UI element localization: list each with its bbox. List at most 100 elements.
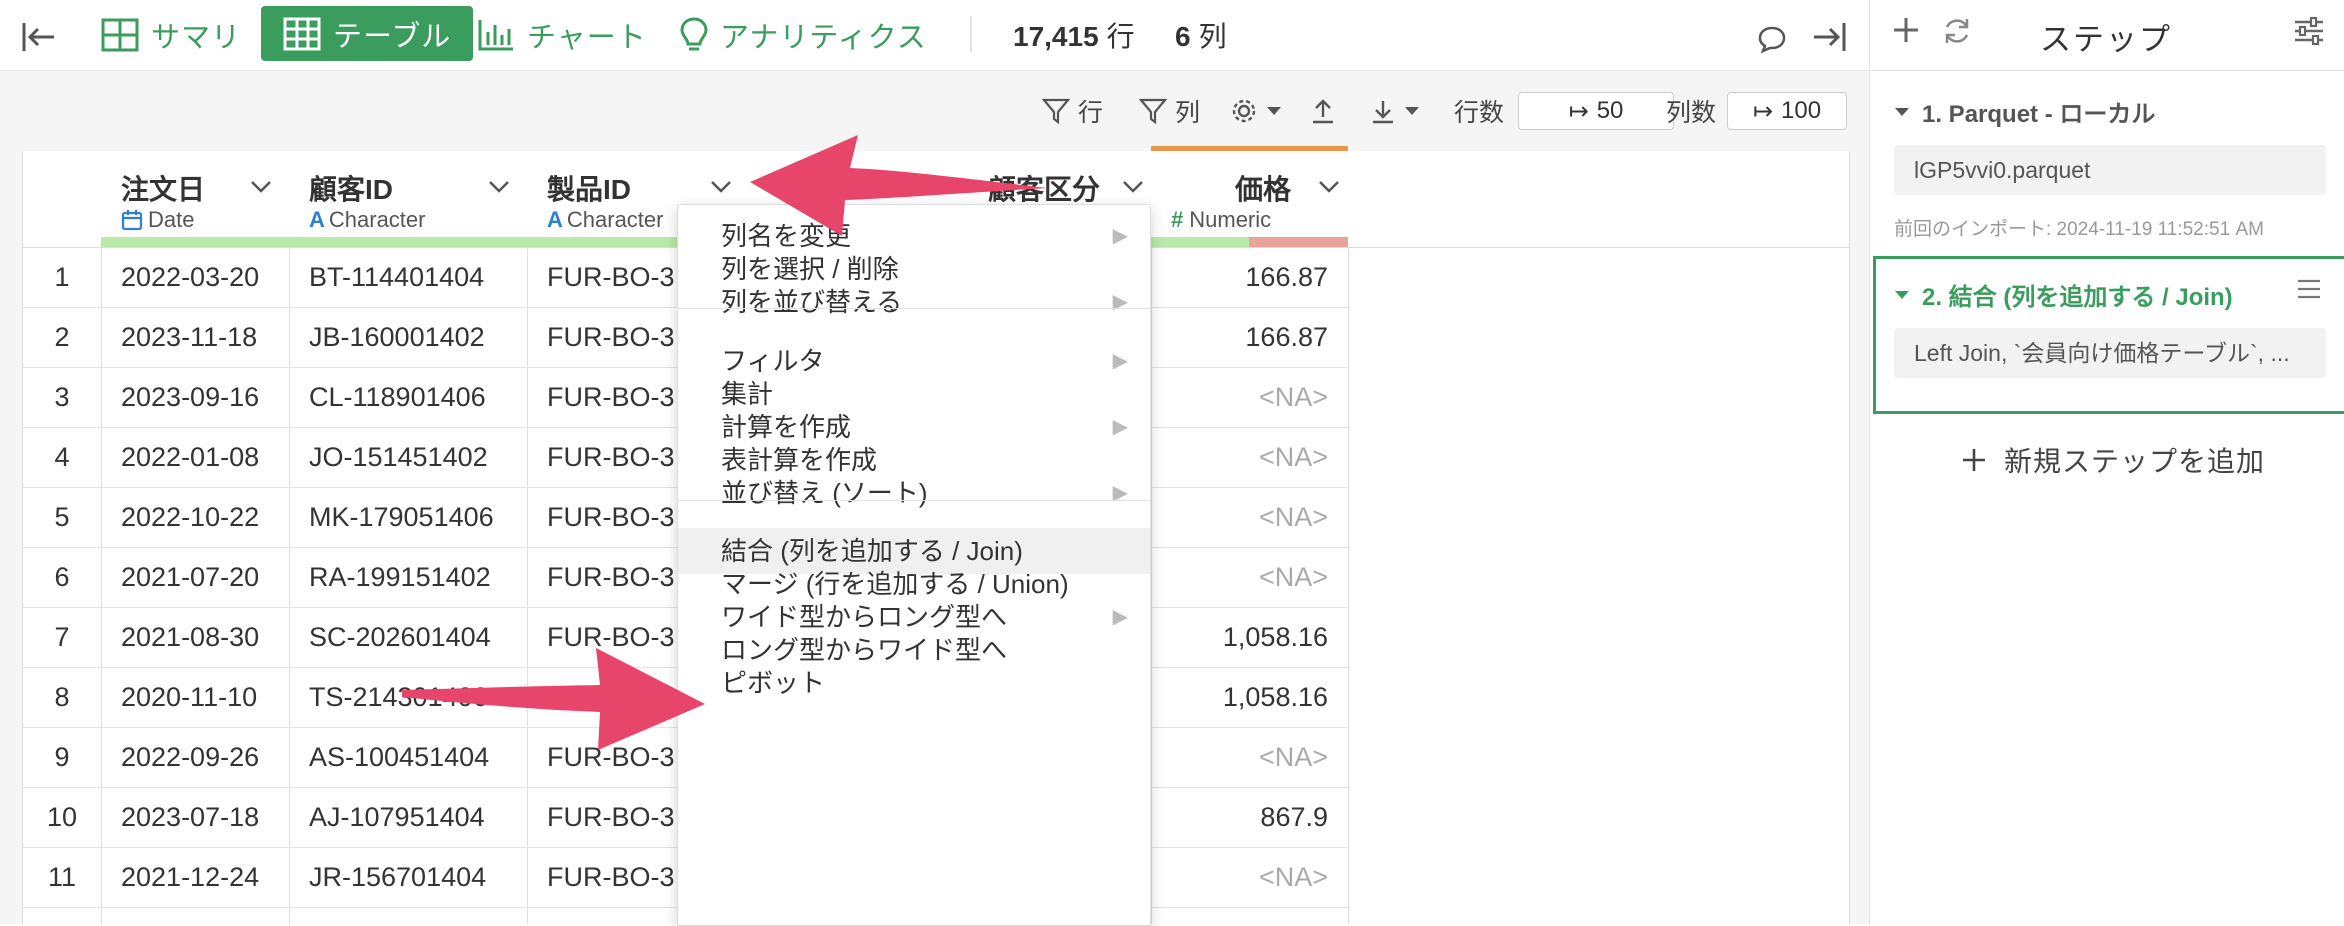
row-number-cell[interactable]: 7 bbox=[23, 607, 101, 667]
chevron-down-icon[interactable] bbox=[487, 179, 511, 195]
order-date-cell[interactable]: 2021-12-24 bbox=[121, 847, 289, 907]
rows-label: 行数 bbox=[1454, 99, 1505, 127]
order-date-cell[interactable]: 2020-11-10 bbox=[121, 667, 289, 727]
customer-id-cell[interactable]: JO-151451402 bbox=[309, 427, 527, 487]
column-name: 顧客ID bbox=[309, 174, 394, 205]
tab-chart[interactable]: チャート bbox=[477, 10, 647, 60]
customer-id-cell[interactable]: MK-179051406 bbox=[309, 487, 527, 547]
row-number-cell[interactable]: 4 bbox=[23, 427, 101, 487]
chevron-down-icon[interactable] bbox=[249, 179, 273, 195]
menu-item[interactable]: ピボット bbox=[678, 660, 1150, 706]
menu-item[interactable]: 列を並び替える ▶ bbox=[678, 279, 1150, 325]
step-2-title-label: 2. 結合 (列を追加する / Join) bbox=[1922, 284, 2233, 311]
refresh-icon[interactable] bbox=[1941, 15, 1973, 52]
order-date-cell[interactable]: 2022-09-26 bbox=[121, 727, 289, 787]
row-count-unit: 行 bbox=[1106, 21, 1135, 52]
price-cell[interactable]: <NA> bbox=[1151, 847, 1328, 907]
price-cell[interactable]: 1,058.16 bbox=[1151, 667, 1328, 727]
customer-id-cell[interactable]: JB-160001402 bbox=[309, 307, 527, 367]
column-context-menu: 列名を変更 ▶ 列を選択 / 削除 列を並び替える ▶ フィルタ ▶ 集計 計算を作成 ▶ 表計算を… bbox=[677, 204, 1151, 926]
row-number-cell[interactable]: 2 bbox=[23, 307, 101, 367]
step-1-title-label: 1. Parquet - ローカル bbox=[1922, 101, 2156, 128]
customer-id-cell[interactable]: AJ-107951404 bbox=[309, 787, 527, 847]
column-header-customer-id[interactable]: 顧客ID A Character bbox=[289, 151, 527, 247]
customer-id-cell[interactable]: SC-202601404 bbox=[309, 607, 527, 667]
row-number-cell[interactable]: 11 bbox=[23, 847, 101, 907]
sliders-icon[interactable] bbox=[2293, 16, 2325, 51]
chevron-down-icon[interactable] bbox=[1317, 179, 1341, 195]
price-cell[interactable]: 1,058.16 bbox=[1151, 607, 1328, 667]
tab-table[interactable]: テーブル bbox=[261, 6, 474, 61]
chevron-down-icon[interactable] bbox=[1121, 179, 1145, 195]
price-cell[interactable]: 166.87 bbox=[1151, 307, 1328, 367]
row-filter-button[interactable]: 行 bbox=[1042, 93, 1103, 129]
price-cell[interactable]: 867.9 bbox=[1151, 787, 1328, 847]
order-date-cell[interactable]: 2022-03-20 bbox=[121, 247, 289, 307]
menu-item[interactable]: 並び替え (ソート) ▶ bbox=[678, 470, 1150, 516]
rows-limit-input[interactable]: ↦ 50 bbox=[1518, 92, 1674, 130]
summary-grid-icon bbox=[101, 18, 139, 52]
column-name: 顧客区分 bbox=[988, 174, 1101, 205]
column-header-order-date[interactable]: 注文日 Date bbox=[101, 151, 289, 247]
step-1-detail[interactable]: lGP5vvi0.parquet bbox=[1894, 145, 2326, 195]
add-step-button[interactable]: 新規ステップを追加 bbox=[1960, 440, 2265, 480]
order-date-cell[interactable]: 2021-07-20 bbox=[121, 547, 289, 607]
customer-id-cell[interactable]: TS-214301406 bbox=[309, 667, 527, 727]
settings-dropdown-button[interactable] bbox=[1230, 93, 1290, 129]
step-2-title[interactable]: 2. 結合 (列を追加する / Join) bbox=[1894, 277, 2233, 312]
limit-arrow-icon: ↦ bbox=[1568, 97, 1589, 125]
collapse-right-icon[interactable] bbox=[1810, 12, 1860, 62]
tab-summary-label: サマリ bbox=[151, 22, 242, 54]
step-2-card[interactable]: 2. 結合 (列を追加する / Join) Left Join, `会員向け価格… bbox=[1873, 256, 2344, 414]
order-date-cell[interactable]: 2023-11-18 bbox=[121, 307, 289, 367]
cols-limit-input[interactable]: ↦ 100 bbox=[1727, 92, 1847, 130]
row-number-cell[interactable]: 5 bbox=[23, 487, 101, 547]
panel-divider bbox=[1870, 70, 2344, 71]
tab-analytics[interactable]: アナリティクス bbox=[680, 10, 927, 60]
caret-down-icon bbox=[1405, 107, 1419, 115]
step-1-title[interactable]: 1. Parquet - ローカル bbox=[1894, 94, 2155, 129]
chevron-down-icon[interactable] bbox=[709, 179, 733, 195]
col-count-unit: 列 bbox=[1198, 21, 1227, 52]
add-icon[interactable] bbox=[1890, 14, 1922, 51]
submenu-arrow-icon: ▶ bbox=[1112, 291, 1128, 313]
row-number-cell[interactable]: 3 bbox=[23, 367, 101, 427]
row-number-cell[interactable]: 6 bbox=[23, 547, 101, 607]
limit-arrow-icon: ↦ bbox=[1752, 97, 1774, 125]
customer-id-cell[interactable]: AS-100451404 bbox=[309, 727, 527, 787]
order-date-cell[interactable]: 2022-01-08 bbox=[121, 427, 289, 487]
price-cell[interactable]: <NA> bbox=[1151, 727, 1328, 787]
row-number-cell[interactable]: 8 bbox=[23, 667, 101, 727]
order-date-cell[interactable]: 2022-10-22 bbox=[121, 487, 289, 547]
column-type-label: Numeric bbox=[1189, 207, 1272, 232]
comment-icon[interactable] bbox=[1757, 14, 1799, 64]
customer-id-cell[interactable]: RA-199151402 bbox=[309, 547, 527, 607]
order-date-cell[interactable]: 2023-09-16 bbox=[121, 367, 289, 427]
collapse-left-icon[interactable] bbox=[20, 12, 70, 62]
column-header-price[interactable]: 価格 # Numeric bbox=[1151, 146, 1348, 247]
customer-id-cell[interactable]: CL-118901406 bbox=[309, 367, 527, 427]
character-A-icon: A bbox=[547, 207, 563, 232]
tab-summary[interactable]: サマリ bbox=[101, 10, 241, 60]
order-date-cell[interactable]: 2023-07-18 bbox=[121, 787, 289, 847]
hamburger-menu-icon[interactable] bbox=[2296, 277, 2322, 306]
col-filter-button[interactable]: 列 bbox=[1139, 93, 1200, 129]
price-cell[interactable]: <NA> bbox=[1151, 487, 1328, 547]
price-cell[interactable]: <NA> bbox=[1151, 427, 1328, 487]
step-2-detail[interactable]: Left Join, `会員向け価格テーブル`, ... bbox=[1894, 328, 2326, 378]
price-cell[interactable]: 166.87 bbox=[1151, 247, 1328, 307]
steps-panel-title: ステップ bbox=[2040, 22, 2172, 57]
row-number-cell[interactable]: 1 bbox=[23, 247, 101, 307]
price-cell[interactable]: <NA> bbox=[1151, 367, 1328, 427]
customer-id-cell[interactable]: JR-156701404 bbox=[309, 847, 527, 907]
order-date-cell[interactable]: 2021-08-30 bbox=[121, 607, 289, 667]
steps-panel: ステップ 1. Parquet - ローカル lGP5vvi0.parquet … bbox=[1869, 0, 2344, 924]
upload-icon[interactable] bbox=[1310, 93, 1344, 129]
customer-id-cell[interactable]: BT-114401404 bbox=[309, 247, 527, 307]
row-number-cell[interactable]: 9 bbox=[23, 727, 101, 787]
row-number-cell[interactable]: 10 bbox=[23, 787, 101, 847]
price-cell[interactable]: <NA> bbox=[1151, 547, 1328, 607]
download-dropdown-button[interactable] bbox=[1370, 93, 1428, 129]
column-quality-bar bbox=[289, 237, 527, 247]
col-filter-label: 列 bbox=[1175, 99, 1201, 127]
